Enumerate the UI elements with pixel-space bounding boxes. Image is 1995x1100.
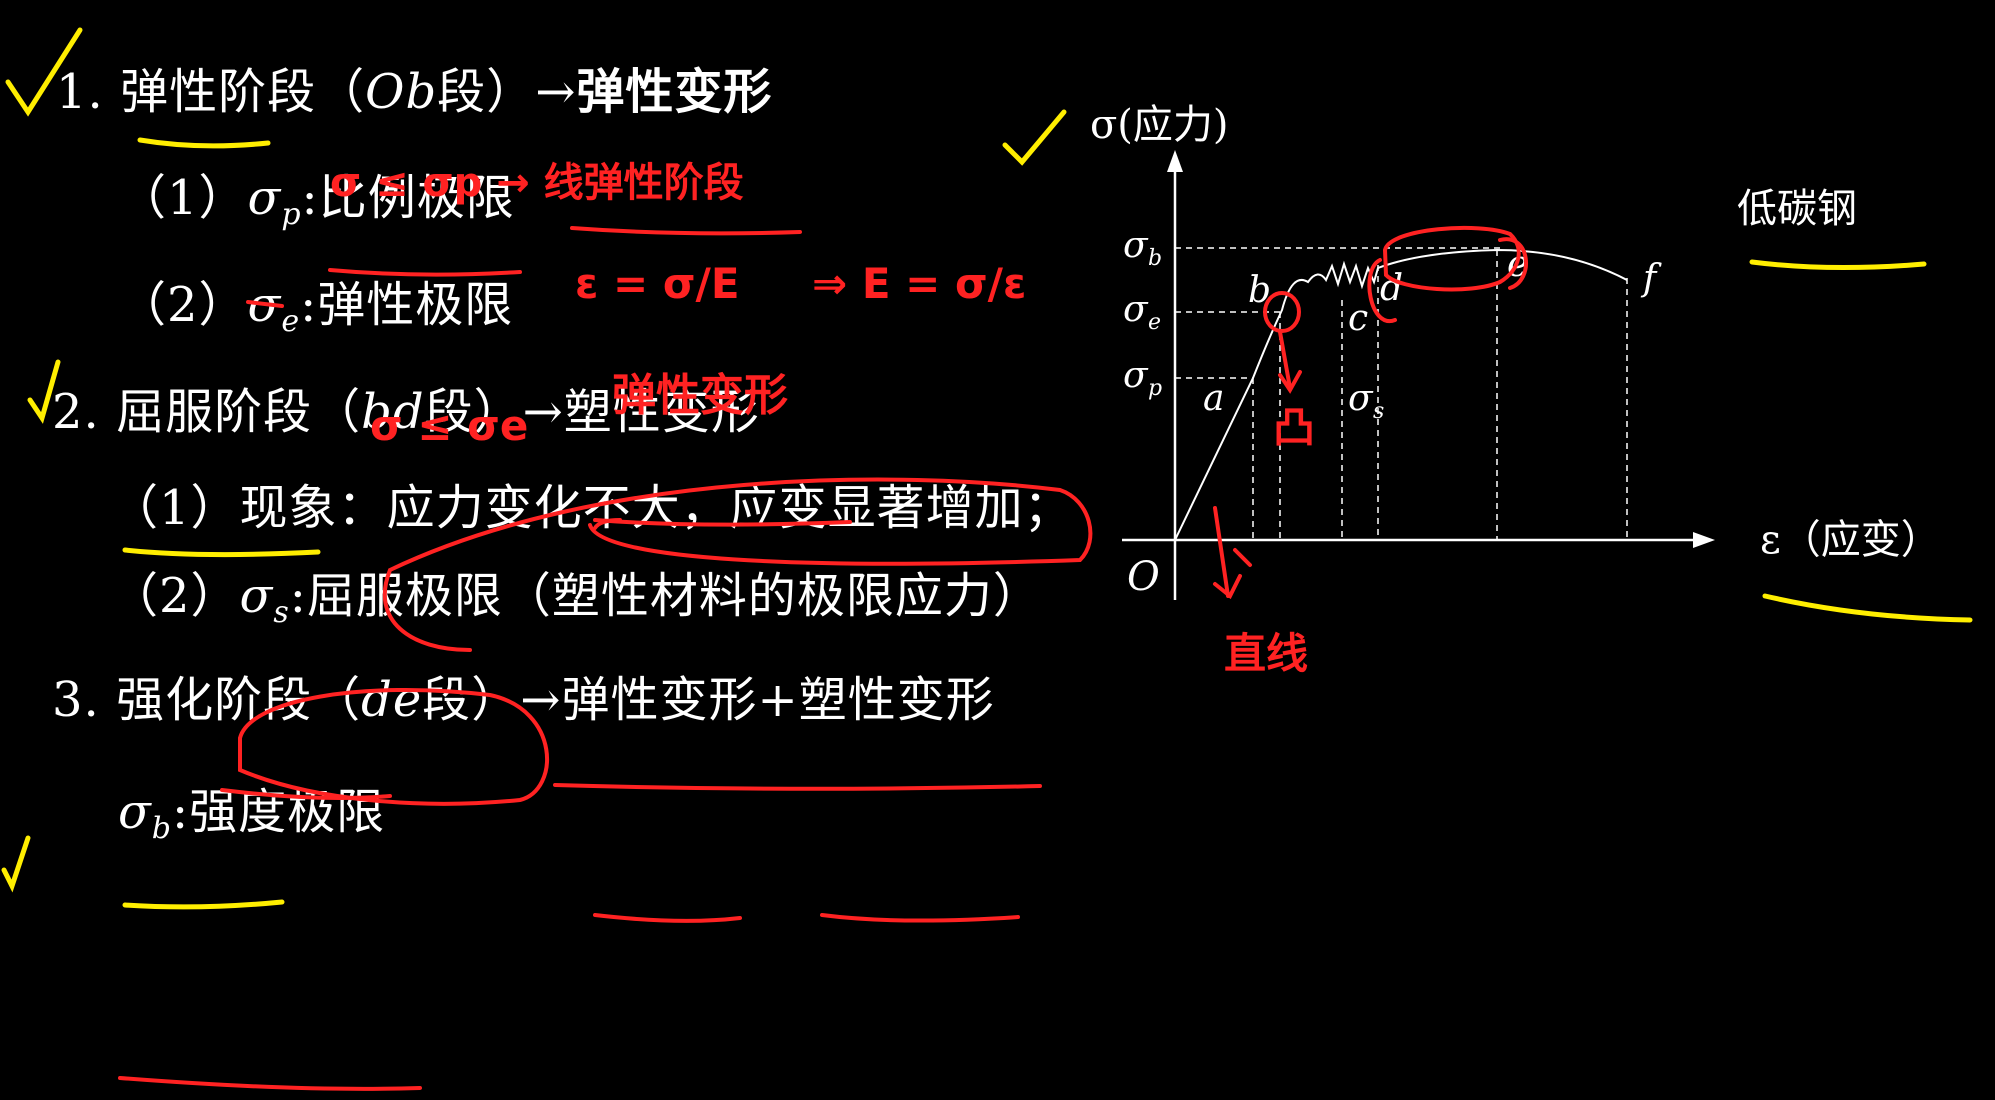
note-strain-formula: ε = σ/E bbox=[575, 259, 740, 308]
slide: 1. 弹性阶段（Ob段）→弹性变形 （1）σp:比例极限 （2）σe:弹性极限 … bbox=[0, 0, 1995, 1100]
yellow-underlines bbox=[122, 137, 1973, 910]
yellow-checkmarks bbox=[1, 27, 1067, 893]
note-sigma-e: σ ≤ σe bbox=[370, 401, 528, 450]
note-elastic-deformation: 弹性变形 bbox=[612, 370, 788, 421]
note-linear-elastic: σ ≤ σp → 线弹性阶段 bbox=[330, 160, 744, 206]
note-modulus-formula: ⇒ E = σ/ε bbox=[812, 259, 1026, 308]
annotation-layer: σ ≤ σp → 线弹性阶段 ε = σ/E ⇒ E = σ/ε σ ≤ σe … bbox=[1, 27, 1973, 1091]
red-annotations bbox=[118, 225, 1528, 1091]
note-convex: 凸 bbox=[1273, 403, 1315, 452]
note-straight-line: 直线 bbox=[1224, 629, 1308, 678]
